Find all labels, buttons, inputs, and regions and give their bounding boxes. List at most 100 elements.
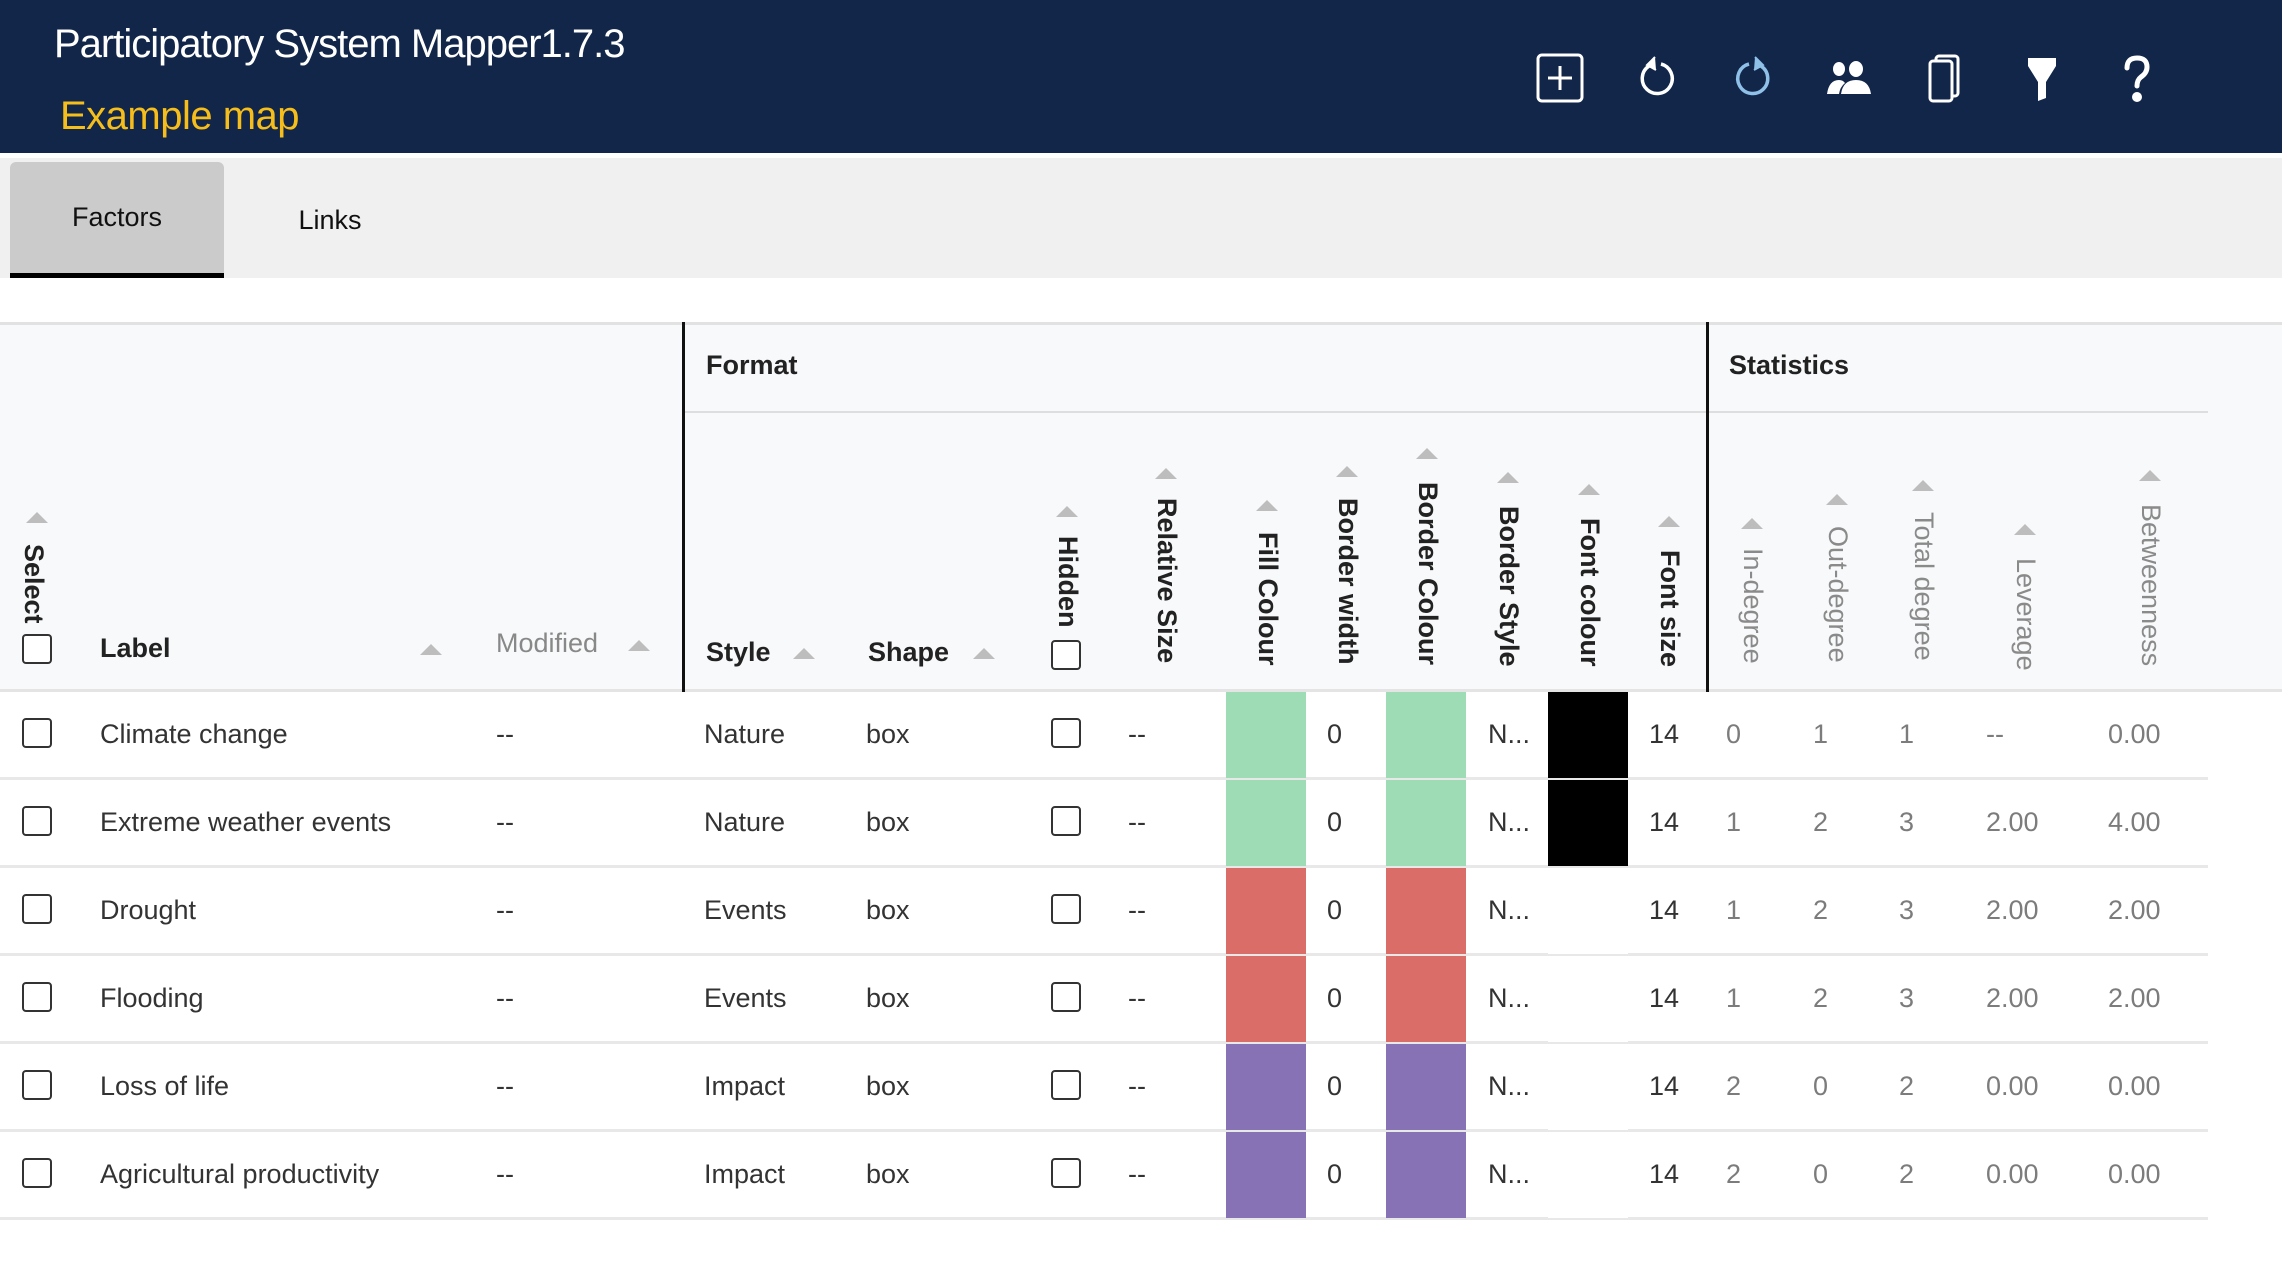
map-title[interactable]: Example map (60, 94, 300, 139)
fill-colour-swatch[interactable] (1226, 1132, 1306, 1218)
border-style-value[interactable]: N... (1488, 868, 1530, 953)
fill-colour-swatch[interactable] (1226, 1044, 1306, 1130)
font-size-value[interactable]: 14 (1649, 956, 1679, 1041)
border-style-value[interactable]: N... (1488, 956, 1530, 1041)
sort-betweenness-icon[interactable] (2139, 470, 2161, 481)
sort-fill-colour-icon[interactable] (1256, 500, 1278, 511)
copy-button[interactable] (1918, 50, 1974, 106)
sort-select-icon[interactable] (26, 512, 48, 523)
shape-value[interactable]: box (866, 868, 910, 953)
select-all-checkbox[interactable] (22, 634, 52, 664)
table-row[interactable]: Drought -- Events box -- 0 N... 14 1 2 3 2.00 2.00 (0, 868, 2208, 956)
font-colour-swatch[interactable] (1548, 1044, 1628, 1130)
border-style-value[interactable]: N... (1488, 1132, 1530, 1217)
filter-button[interactable] (2014, 50, 2070, 106)
row-select-checkbox[interactable] (22, 1070, 52, 1100)
style-value[interactable]: Impact (704, 1044, 785, 1129)
border-style-value[interactable]: N... (1488, 692, 1530, 777)
sort-style-icon[interactable] (793, 648, 815, 659)
new-map-button[interactable] (1532, 50, 1588, 106)
border-colour-swatch[interactable] (1386, 1044, 1466, 1130)
border-width-value[interactable]: 0 (1327, 692, 1342, 777)
fill-colour-swatch[interactable] (1226, 868, 1306, 954)
shape-value[interactable]: box (866, 1132, 910, 1217)
border-style-value[interactable]: N... (1488, 1044, 1530, 1129)
undo-button[interactable] (1629, 50, 1685, 106)
border-colour-swatch[interactable] (1386, 956, 1466, 1042)
font-size-value[interactable]: 14 (1649, 692, 1679, 777)
border-colour-swatch[interactable] (1386, 780, 1466, 866)
hidden-checkbox[interactable] (1051, 1158, 1081, 1188)
font-colour-swatch[interactable] (1548, 692, 1628, 778)
font-colour-swatch[interactable] (1548, 780, 1628, 866)
style-value[interactable]: Nature (704, 692, 785, 777)
redo-button[interactable] (1725, 50, 1781, 106)
font-size-value[interactable]: 14 (1649, 1044, 1679, 1129)
hidden-checkbox[interactable] (1051, 806, 1081, 836)
style-value[interactable]: Nature (704, 780, 785, 865)
factor-label[interactable]: Climate change (100, 692, 288, 777)
relative-size-value[interactable]: -- (1128, 780, 1146, 865)
table-row[interactable]: Extreme weather events -- Nature box -- 0 N...… (0, 780, 2208, 868)
style-value[interactable]: Impact (704, 1132, 785, 1217)
shape-value[interactable]: box (866, 956, 910, 1041)
sort-label-icon[interactable] (420, 644, 442, 655)
relative-size-value[interactable]: -- (1128, 692, 1146, 777)
font-colour-swatch[interactable] (1548, 868, 1628, 954)
factor-label[interactable]: Agricultural productivity (100, 1132, 379, 1217)
relative-size-value[interactable]: -- (1128, 1132, 1146, 1217)
border-width-value[interactable]: 0 (1327, 956, 1342, 1041)
column-header-modified[interactable]: Modified (496, 628, 598, 659)
column-header-style[interactable]: Style (706, 637, 771, 668)
style-value[interactable]: Events (704, 956, 787, 1041)
border-style-value[interactable]: N... (1488, 780, 1530, 865)
row-select-checkbox[interactable] (22, 894, 52, 924)
factor-label[interactable]: Extreme weather events (100, 780, 391, 865)
font-colour-swatch[interactable] (1548, 956, 1628, 1042)
sort-shape-icon[interactable] (973, 648, 995, 659)
help-button[interactable] (2109, 50, 2165, 106)
font-size-value[interactable]: 14 (1649, 868, 1679, 953)
sort-leverage-icon[interactable] (2014, 524, 2036, 535)
border-width-value[interactable]: 0 (1327, 1044, 1342, 1129)
border-colour-swatch[interactable] (1386, 1132, 1466, 1218)
style-value[interactable]: Events (704, 868, 787, 953)
font-size-value[interactable]: 14 (1649, 1132, 1679, 1217)
factor-label[interactable]: Loss of life (100, 1044, 229, 1129)
row-select-checkbox[interactable] (22, 1158, 52, 1188)
tab-links[interactable]: Links (250, 162, 410, 278)
table-row[interactable]: Flooding -- Events box -- 0 N... 14 1 2 3 2.00 2.00 (0, 956, 2208, 1044)
row-select-checkbox[interactable] (22, 806, 52, 836)
table-row[interactable]: Climate change -- Nature box -- 0 N... 14 0 1 1 -- 0… (0, 692, 2208, 780)
tab-factors[interactable]: Factors (10, 162, 224, 278)
hidden-checkbox[interactable] (1051, 982, 1081, 1012)
factor-label[interactable]: Drought (100, 868, 196, 953)
sort-in-degree-icon[interactable] (1741, 518, 1763, 529)
border-width-value[interactable]: 0 (1327, 780, 1342, 865)
hide-all-checkbox[interactable] (1051, 640, 1081, 670)
border-colour-swatch[interactable] (1386, 868, 1466, 954)
sort-border-colour-icon[interactable] (1416, 448, 1438, 459)
hidden-checkbox[interactable] (1051, 1070, 1081, 1100)
factor-label[interactable]: Flooding (100, 956, 204, 1041)
row-select-checkbox[interactable] (22, 982, 52, 1012)
column-header-shape[interactable]: Shape (868, 637, 949, 668)
relative-size-value[interactable]: -- (1128, 1044, 1146, 1129)
sort-modified-icon[interactable] (628, 640, 650, 651)
sort-font-size-icon[interactable] (1658, 516, 1680, 527)
column-header-label[interactable]: Label (100, 633, 171, 664)
share-users-button[interactable] (1821, 50, 1877, 106)
fill-colour-swatch[interactable] (1226, 780, 1306, 866)
border-width-value[interactable]: 0 (1327, 1132, 1342, 1217)
row-select-checkbox[interactable] (22, 718, 52, 748)
table-row[interactable]: Loss of life -- Impact box -- 0 N... 14 2 0 2 0.00 0… (0, 1044, 2208, 1132)
sort-out-degree-icon[interactable] (1826, 494, 1848, 505)
shape-value[interactable]: box (866, 780, 910, 865)
sort-hidden-icon[interactable] (1056, 506, 1078, 517)
table-row[interactable]: Agricultural productivity -- Impact box -- 0 N… (0, 1132, 2208, 1220)
sort-font-colour-icon[interactable] (1578, 484, 1600, 495)
sort-relative-size-icon[interactable] (1155, 468, 1177, 479)
shape-value[interactable]: box (866, 692, 910, 777)
shape-value[interactable]: box (866, 1044, 910, 1129)
hidden-checkbox[interactable] (1051, 718, 1081, 748)
